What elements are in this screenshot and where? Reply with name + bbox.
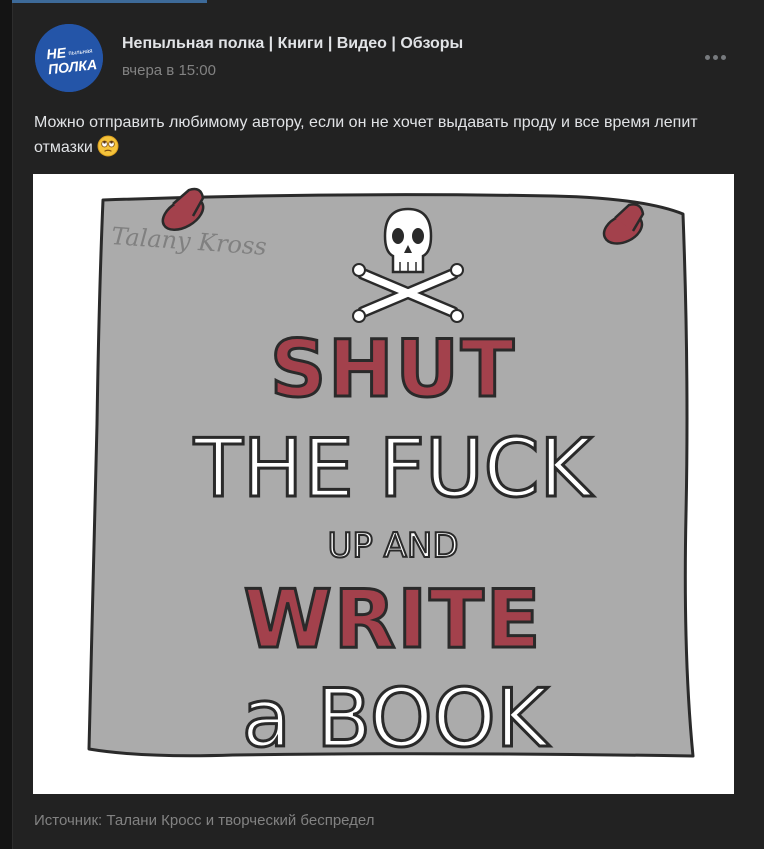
- more-dot-icon: [721, 55, 726, 60]
- post-time-link[interactable]: вчера в 15:00: [122, 62, 216, 79]
- post-source-caption: Источник: Талани Кросс и творческий бесп…: [34, 812, 375, 829]
- poster-line-write: WRITE: [244, 573, 543, 666]
- rolling-eyes-emoji-icon: [97, 135, 119, 165]
- tab-active-indicator: [12, 0, 207, 3]
- more-dot-icon: [713, 55, 718, 60]
- poster-line-up-and: UP AND: [327, 526, 458, 566]
- more-dot-icon: [705, 55, 710, 60]
- more-options-button[interactable]: [703, 48, 733, 68]
- post-text-body: Можно отправить любимому автору, если он…: [34, 114, 698, 156]
- post-image[interactable]: Talany Kross SHUT THE FUCK UP AND WRITE …: [33, 174, 734, 794]
- community-avatar[interactable]: НЕ пыльная ПОЛКА: [35, 24, 103, 92]
- post-card: НЕ пыльная ПОЛКА Непыльная полка | Книги…: [12, 0, 764, 849]
- poster-line-shut: SHUT: [270, 325, 516, 415]
- post-text: Можно отправить любимому автору, если он…: [34, 110, 746, 165]
- poster-line-a-book: a BOOK: [242, 672, 551, 765]
- poster-line-the-fuck: THE FUCK: [193, 422, 594, 515]
- community-name-link[interactable]: Непыльная полка | Книги | Видео | Обзоры: [122, 35, 463, 53]
